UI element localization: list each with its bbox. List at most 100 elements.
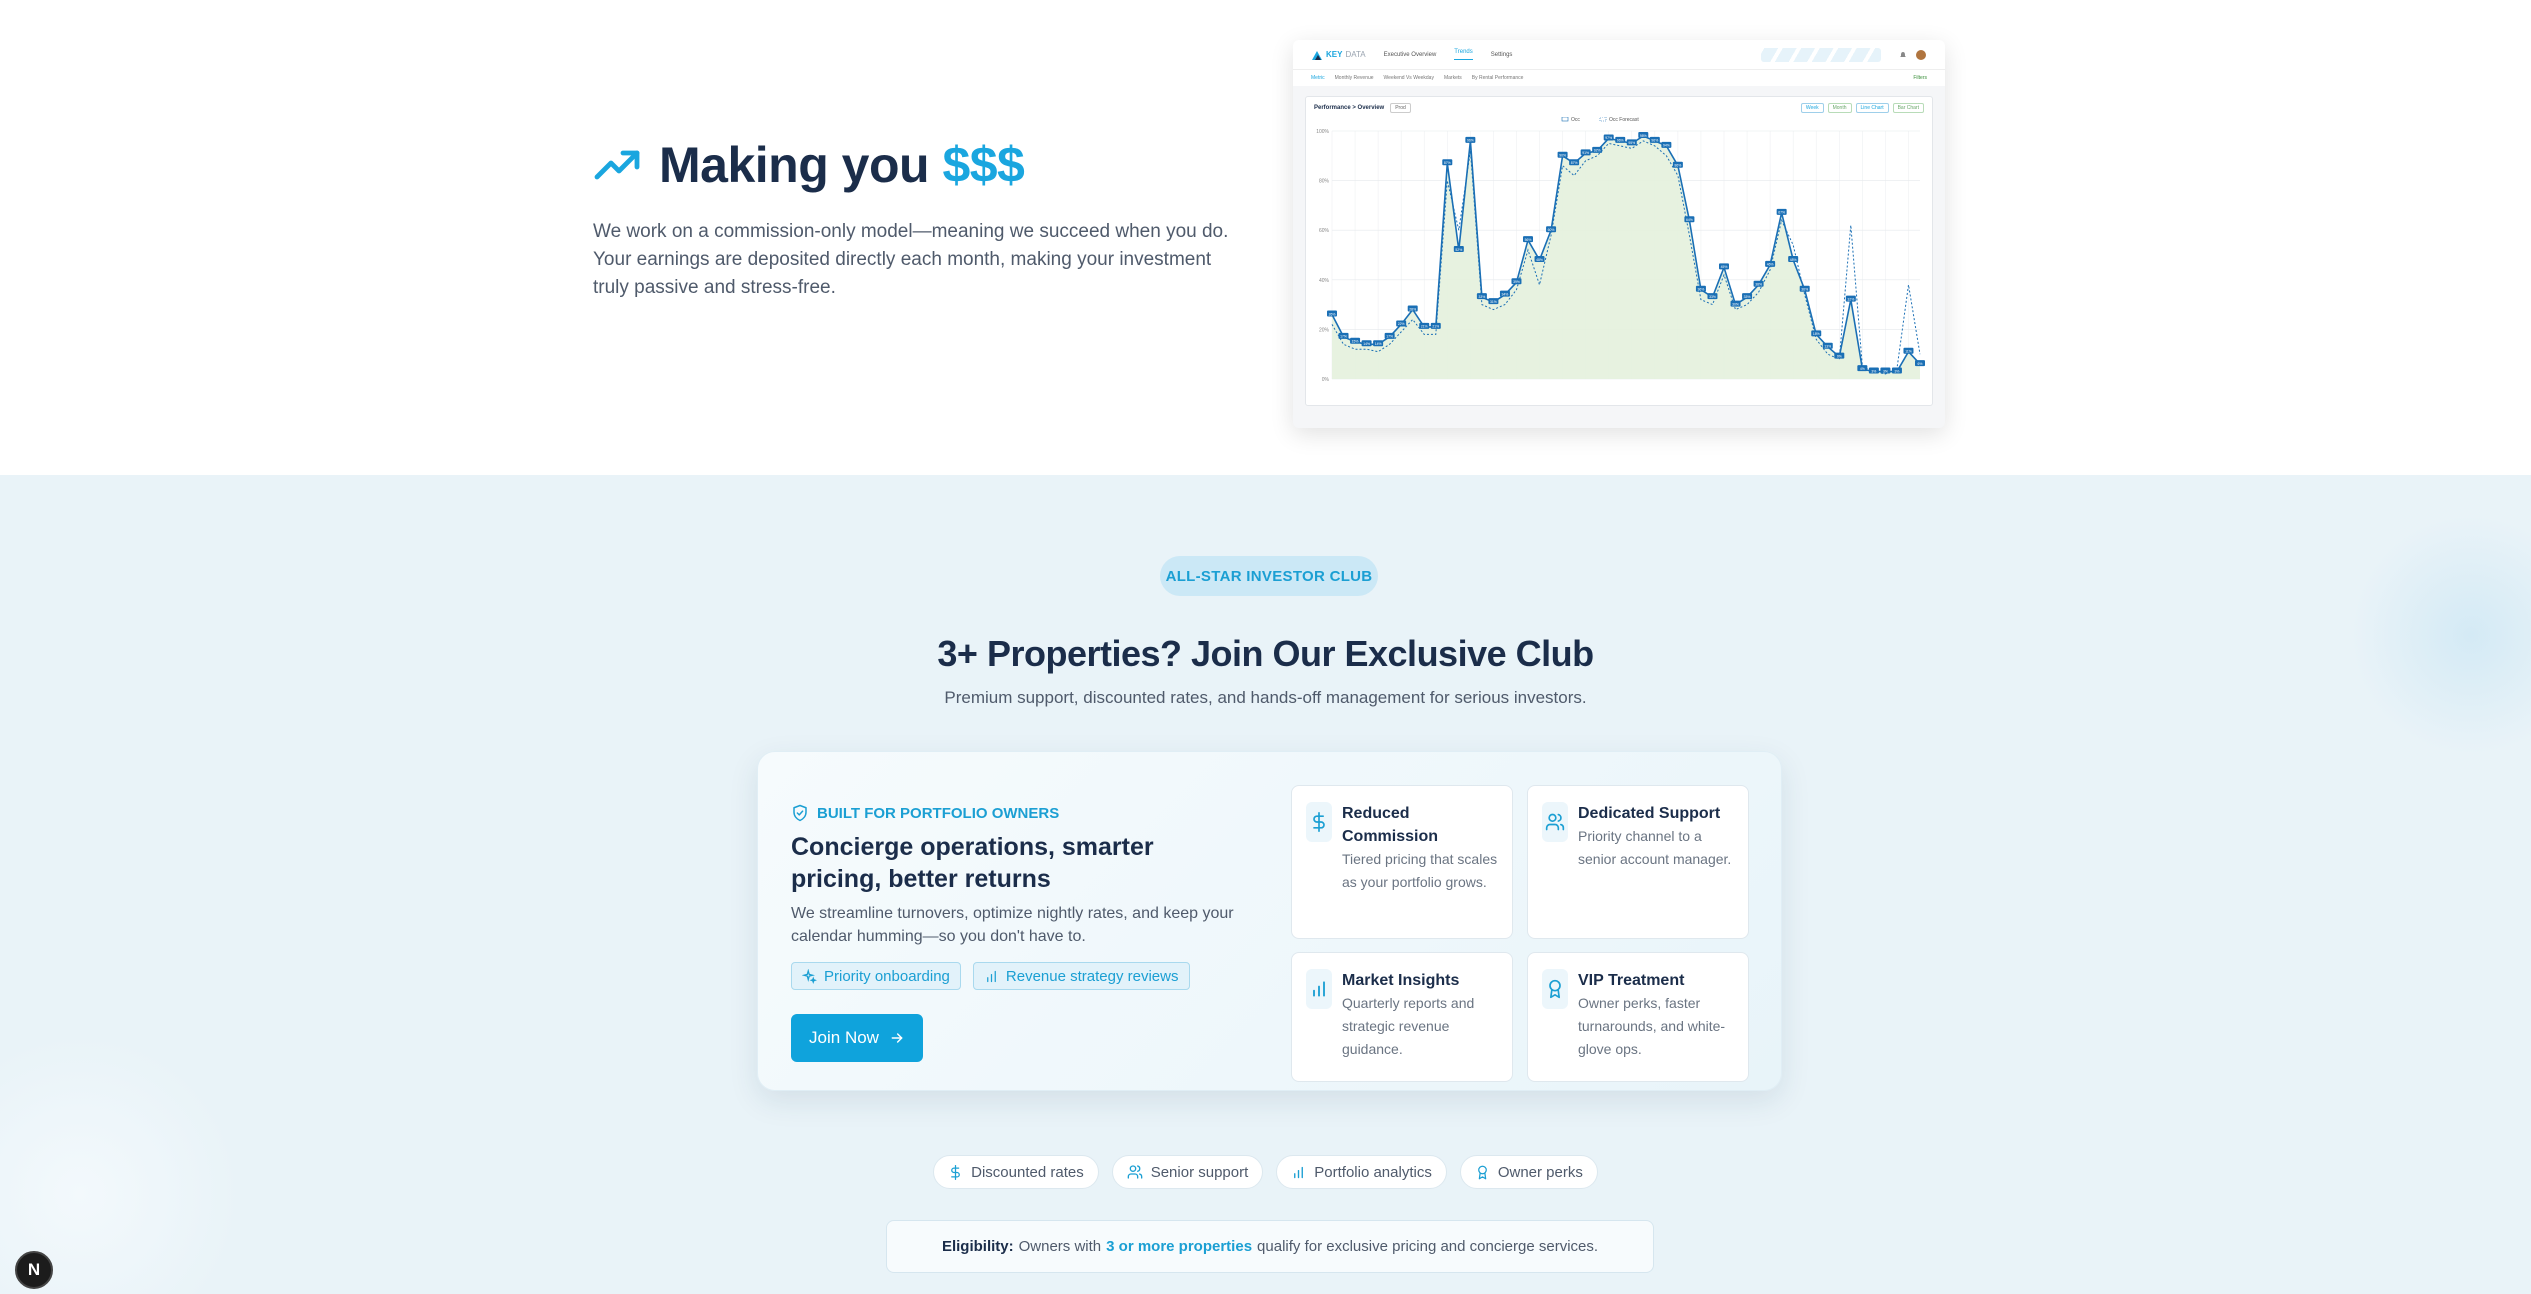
subtab-monthly-revenue[interactable]: Monthly Revenue — [1335, 75, 1374, 81]
award-icon — [1549, 979, 1561, 999]
club-badge: ALL-STAR INVESTOR CLUB — [1160, 556, 1378, 596]
dollar-icon — [1313, 812, 1325, 832]
feature-title: VIP Treatment — [1578, 972, 1685, 989]
data-label: 31% — [1490, 300, 1497, 304]
data-label: 28% — [1409, 307, 1416, 311]
data-label: 52% — [1455, 248, 1462, 252]
data-label: 46% — [1767, 263, 1774, 267]
feature-text: Tiered pricing that scales as your portf… — [1342, 851, 1498, 890]
card-heading: Concierge operations, smarter pricing, b… — [791, 833, 1154, 893]
trending-up-icon — [594, 150, 640, 180]
dashboard-screenshot: KEY DATA Executive Overview Trends Settin… — [1293, 40, 1945, 428]
data-label: 11% — [1905, 350, 1912, 354]
pill-label: Portfolio analytics — [1314, 1163, 1432, 1181]
eligibility-before: Owners with — [1018, 1238, 1102, 1255]
y-tick-label: 60% — [1319, 228, 1330, 234]
benefit-pills: Discounted rates Senior support Portfoli… — [0, 1155, 2531, 1189]
investor-club-section: ALL-STAR INVESTOR CLUB 3+ Properties? Jo… — [0, 475, 2531, 1294]
priority-onboarding-chip: Priority onboarding — [791, 962, 961, 990]
pill-senior-support: Senior support — [1111, 1155, 1264, 1189]
dashboard-logo: KEY DATA — [1311, 49, 1366, 61]
data-label: 60% — [1548, 228, 1555, 232]
data-label: 30% — [1732, 302, 1739, 306]
filters-button[interactable]: Filters — [1913, 75, 1927, 81]
dashboard-topbar: KEY DATA Executive Overview Trends Settin… — [1293, 40, 1945, 70]
join-now-label: Join Now — [809, 1028, 879, 1047]
feature-text: Owner perks, faster turnarounds, and whi… — [1578, 995, 1726, 1057]
data-label: 91% — [1582, 151, 1589, 155]
club-card: BUILT FOR PORTFOLIO OWNERS Concierge ope… — [757, 751, 1782, 1091]
data-label: 32% — [1847, 297, 1854, 301]
filter-chip[interactable]: Prod — [1390, 103, 1411, 113]
feature-vip-treatment: VIP Treatment Owner perks, faster turnar… — [1527, 952, 1749, 1082]
y-tick-label: 100% — [1316, 129, 1329, 135]
pill-label: Owner perks — [1497, 1163, 1583, 1181]
feature-dedicated-support: Dedicated Support Priority channel to a … — [1527, 785, 1749, 939]
data-label: 34% — [1502, 292, 1509, 296]
data-label: 13% — [1824, 345, 1831, 349]
feature-text: Priority channel to a senior account man… — [1578, 828, 1732, 867]
pill-portfolio-analytics: Portfolio analytics — [1276, 1155, 1447, 1189]
dash-tab-executive[interactable]: Executive Overview — [1384, 52, 1437, 58]
eligibility-highlight: 3 or more properties — [1106, 1238, 1253, 1255]
dash-tab-settings[interactable]: Settings — [1491, 52, 1513, 58]
dollar-icon — [951, 1164, 960, 1180]
data-label: 4% — [1860, 367, 1865, 371]
bell-icon[interactable] — [1899, 51, 1907, 59]
bar-chart-icon — [987, 970, 996, 982]
pill-owner-perks: Owner perks — [1459, 1155, 1598, 1189]
data-label: 64% — [1686, 218, 1693, 222]
pill-discounted-rates: Discounted rates — [933, 1155, 1099, 1189]
hero-title-main: Making you — [659, 137, 930, 193]
feature-title: Dedicated Support — [1578, 805, 1721, 822]
subtab-weekend[interactable]: Weekend Vs Weekday — [1384, 75, 1434, 81]
feature-reduced-commission: Reduced Commission Tiered pricing that s… — [1291, 785, 1513, 939]
eligibility-label: Eligibility: — [941, 1238, 1014, 1255]
users-icon — [1127, 1165, 1143, 1179]
occupancy-chart: 0% 20% 40% 60% 80% 100% 26% 17% 15% 14% 14% 17% 22% 2… — [1316, 117, 1925, 383]
chip-label: Priority onboarding — [824, 967, 950, 985]
data-label: 21% — [1432, 325, 1439, 329]
feature-title: Market Insights — [1342, 972, 1460, 989]
feature-market-insights: Market Insights Quarterly reports and st… — [1291, 952, 1513, 1082]
breadcrumb: Performance > Overview — [1314, 105, 1385, 111]
data-label: 45% — [1721, 265, 1728, 269]
data-label: 36% — [1801, 288, 1808, 292]
sparkles-icon — [802, 968, 817, 984]
week-button[interactable]: Week — [1800, 103, 1824, 113]
hero-description: We work on a commission-only model—meani… — [593, 221, 1229, 298]
shield-check-icon — [793, 804, 807, 822]
dev-tools-button[interactable]: N — [15, 1251, 53, 1289]
legend-swatch — [1561, 117, 1569, 122]
hero-heading: Making you $$$ — [593, 136, 1025, 194]
data-label: 6% — [1918, 362, 1923, 366]
dash-tab-trends[interactable]: Trends — [1454, 49, 1473, 60]
legend-label: Occ — [1571, 117, 1580, 123]
join-now-button[interactable]: Join Now — [791, 1014, 923, 1062]
avatar[interactable] — [1915, 48, 1927, 61]
line-chart-button[interactable]: Line Chart — [1855, 103, 1889, 113]
users-icon — [1545, 813, 1565, 831]
data-label: 48% — [1536, 258, 1543, 262]
data-label: 48% — [1790, 258, 1797, 262]
chart-panel: Performance > Overview Prod Week Month L… — [1305, 96, 1933, 406]
bar-chart-button[interactable]: Bar Chart — [1892, 103, 1924, 113]
occupancy-area — [1332, 136, 1920, 379]
subtab-metric[interactable]: Metric — [1311, 75, 1325, 81]
bar-chart-icon — [1313, 981, 1325, 997]
pill-label: Senior support — [1150, 1163, 1249, 1181]
data-label: 33% — [1709, 295, 1716, 299]
data-label: 67% — [1778, 211, 1785, 215]
data-label: 15% — [1352, 340, 1359, 344]
card-kicker: BUILT FOR PORTFOLIO OWNERS — [791, 804, 1059, 822]
award-icon — [1477, 1165, 1487, 1179]
club-subtitle: Premium support, discounted rates, and h… — [944, 688, 1587, 707]
data-label: 87% — [1444, 161, 1451, 165]
club-title: 3+ Properties? Join Our Exclusive Club — [937, 633, 1594, 674]
subtab-markets[interactable]: Markets — [1444, 75, 1462, 81]
month-button[interactable]: Month — [1827, 103, 1852, 113]
data-label: 26% — [1329, 312, 1336, 316]
earnings-section: Making you $$$ We work on a commission-o… — [0, 0, 2531, 475]
eligibility-note: Eligibility: Owners with 3 or more prope… — [886, 1220, 1654, 1273]
subtab-rental[interactable]: By Rental Performance — [1472, 75, 1524, 81]
